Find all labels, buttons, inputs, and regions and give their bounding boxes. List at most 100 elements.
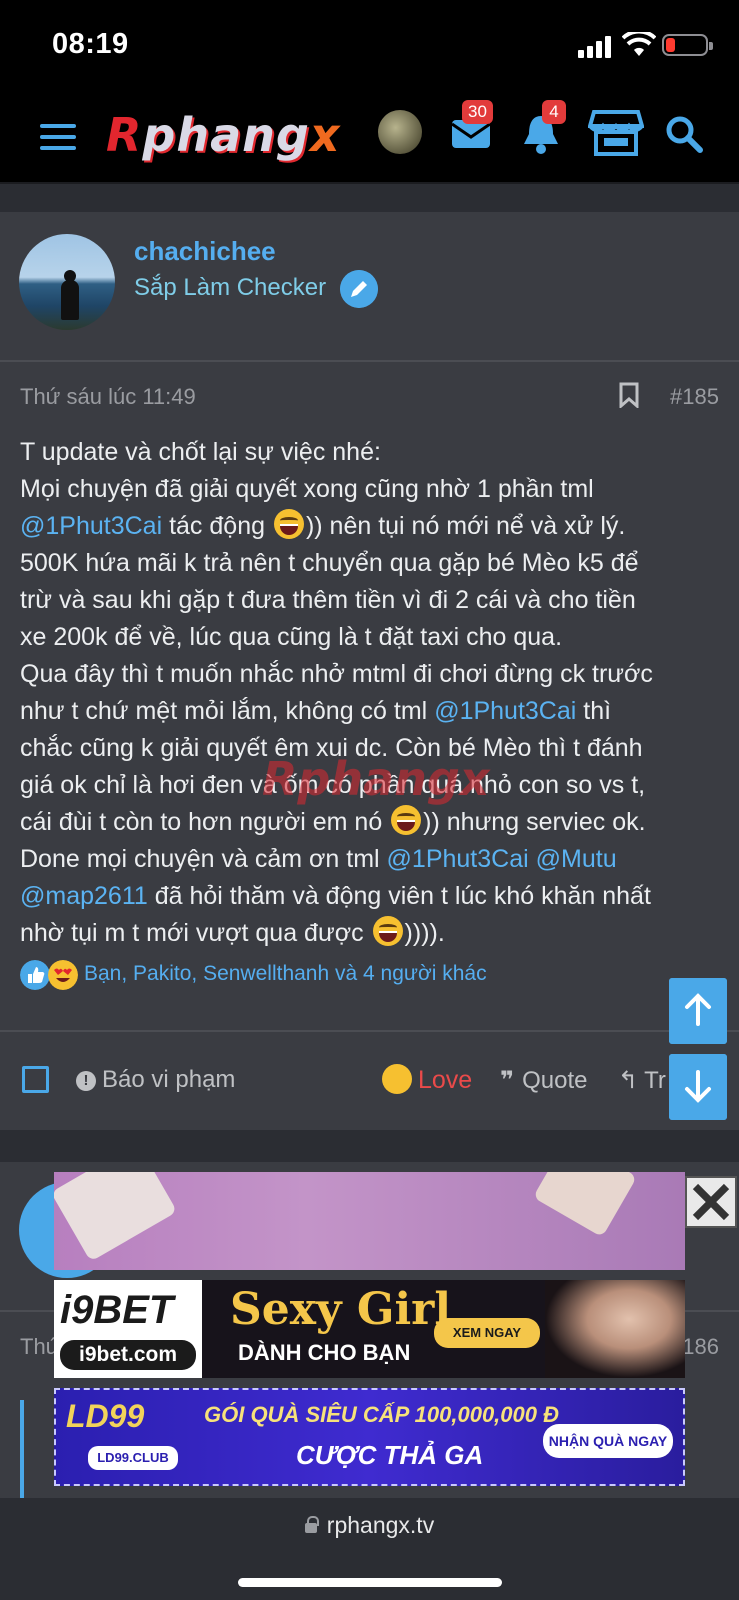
post-text: Qua đây thì t muốn nhắc nhở mtml đi chơi…: [20, 660, 653, 688]
laughing-emoji-icon: [391, 805, 422, 835]
ad-banner-2[interactable]: i9BET i9bet.com Sexy Girl DÀNH CHO BẠN X…: [54, 1280, 685, 1378]
laughing-emoji-icon: [372, 916, 403, 946]
author-username[interactable]: chachichee: [134, 236, 276, 267]
status-time: 08:19: [52, 28, 129, 60]
post-text: [529, 845, 536, 873]
close-ad-icon[interactable]: [685, 1176, 737, 1228]
author-title: Sắp Làm Checker: [134, 274, 327, 301]
post-text: 500K hứa mãi k trả nên t chuyển qua gặp …: [20, 549, 639, 577]
store-icon[interactable]: [588, 108, 644, 158]
post-line: Done mọi chuyện và cảm ơn tml @1Phut3Cai…: [20, 841, 720, 878]
post-text: như t chứ mệt mỏi lắm, không có tml: [20, 697, 435, 725]
user-avatar[interactable]: [378, 110, 422, 154]
menu-icon[interactable]: [40, 124, 78, 150]
user-mention-link[interactable]: @1Phut3Cai: [434, 697, 576, 725]
post-line: nhờ tụi m t mới vượt qua được )))).: [20, 915, 720, 952]
reply-button[interactable]: ↰ Tr: [618, 1066, 666, 1095]
status-bar: 08:19: [0, 0, 739, 92]
post-line: cái đùi t còn to hơn người em nó )) nhưn…: [20, 804, 720, 841]
post-line: giá ok chỉ là hơi đen và ốm có phần quá …: [20, 767, 720, 804]
quote-button[interactable]: ❞ Quote: [500, 1066, 587, 1095]
ad-subheadline: DÀNH CHO BẠN: [238, 1340, 411, 1365]
post-text: )) nên tụi nó mới nể và xử lý.: [305, 512, 626, 540]
user-mention-link[interactable]: @map2611: [20, 882, 148, 910]
quote-block-bar: [20, 1400, 24, 1500]
post-text: cái đùi t còn to hơn người em nó: [20, 808, 390, 836]
ad-cta-button[interactable]: NHẬN QUÀ NGAY: [543, 1424, 673, 1458]
scroll-down-button[interactable]: [669, 1054, 727, 1120]
post-text: Done mọi chuyện và cảm ơn tml: [20, 845, 387, 873]
post-line: như t chứ mệt mỏi lắm, không có tml @1Ph…: [20, 693, 720, 730]
ad-site: LD99.CLUB: [88, 1446, 178, 1470]
post-text: thì: [576, 697, 612, 725]
post-text: Mọi chuyện đã giải quyết xong cũng nhờ 1…: [20, 475, 594, 503]
site-logo[interactable]: Rphangx: [106, 108, 341, 162]
post-number[interactable]: #185: [670, 384, 719, 410]
post-timestamp[interactable]: Thứ sáu lúc 11:49: [20, 384, 196, 410]
post-text: giá ok chỉ là hơi đen và ốm có phần quá …: [20, 771, 646, 799]
post-line: @map2611 đã hỏi thăm và động viên t lúc …: [20, 878, 720, 915]
ad-subheadline: CƯỢC THẢ GA: [296, 1440, 484, 1470]
post-line: chắc cũng k giải quyết êm xui dc. Còn bé…: [20, 730, 720, 767]
ad-brand: i9BET: [60, 1288, 174, 1332]
heart-eyes-icon: [382, 1064, 412, 1094]
ad-image: [54, 1172, 178, 1262]
love-button[interactable]: Love: [382, 1064, 472, 1095]
ad-site: i9bet.com: [60, 1340, 196, 1370]
ad-brand: LD99: [66, 1398, 145, 1434]
post-line: Qua đây thì t muốn nhắc nhở mtml đi chơi…: [20, 656, 720, 693]
ad-model-image: [545, 1280, 685, 1378]
reply-label: Tr: [644, 1067, 666, 1094]
wifi-icon: [622, 32, 656, 56]
app-header: Rphangx 30 4: [0, 92, 739, 184]
post-text: nhờ tụi m t mới vượt qua được: [20, 919, 371, 947]
cellular-signal-icon: [578, 34, 618, 58]
ad-cta-button[interactable]: XEM NGAY: [434, 1318, 540, 1348]
post-body: T update và chốt lại sự việc nhé: Mọi chu…: [20, 434, 720, 952]
verified-badge-icon: [340, 270, 378, 308]
post-text: )))).: [404, 919, 445, 947]
ad-headline: GÓI QUÀ SIÊU CẤP 100,000,000 Đ: [204, 1402, 559, 1427]
select-post-checkbox[interactable]: [22, 1066, 49, 1093]
post-line: 500K hứa mãi k trả nên t chuyển qua gặp …: [20, 545, 720, 582]
scroll-up-button[interactable]: [669, 978, 727, 1044]
post-line: trừ và sau khi gặp t đưa thêm tiền vì đi…: [20, 582, 720, 619]
post-text: )) nhưng serviec ok.: [423, 808, 646, 836]
report-button[interactable]: ! Báo vi phạm: [76, 1066, 235, 1094]
ad-banner-3[interactable]: LD99 LD99.CLUB GÓI QUÀ SIÊU CẤP 100,000,…: [54, 1388, 685, 1486]
laughing-emoji-icon: [273, 509, 304, 539]
user-mention-link[interactable]: @Mutu: [536, 845, 617, 873]
reactions-text[interactable]: Bạn, Pakito, Senwellthanh và 4 người khá…: [84, 962, 487, 986]
url-text: rphangx.tv: [326, 1512, 435, 1538]
post-actions: ! Báo vi phạm Love ❞ Quote ↰ Tr: [0, 1030, 739, 1130]
browser-url-bar[interactable]: rphangx.tv: [0, 1498, 739, 1600]
ad-brand-box: i9BET i9bet.com: [54, 1280, 202, 1378]
next-post-number[interactable]: 186: [682, 1334, 719, 1360]
post-text: đã hỏi thăm và động viên t lúc khó khăn …: [147, 882, 651, 910]
messages-badge: 30: [462, 100, 493, 124]
user-mention-link[interactable]: @1Phut3Cai: [20, 512, 162, 540]
love-reaction-icon: [48, 960, 78, 990]
ad-image: [532, 1172, 638, 1238]
search-icon[interactable]: [664, 114, 704, 154]
post-text: tác động: [162, 512, 272, 540]
bookmark-icon[interactable]: [618, 382, 640, 408]
love-label: Love: [418, 1066, 473, 1094]
home-indicator[interactable]: [238, 1578, 502, 1587]
post-text: xe 200k để về, lúc qua cũng là t đặt tax…: [20, 623, 563, 651]
lock-icon: [304, 1516, 319, 1533]
quote-label: Quote: [522, 1067, 588, 1094]
post-text: T update và chốt lại sự việc nhé:: [20, 438, 381, 466]
ad-headline: Sexy Girl: [230, 1284, 452, 1335]
like-reaction-icon: [20, 960, 50, 990]
post-text: trừ và sau khi gặp t đưa thêm tiền vì đi…: [20, 586, 636, 614]
report-label: Báo vi phạm: [102, 1066, 236, 1093]
author-avatar[interactable]: [19, 234, 115, 330]
battery-icon: [662, 34, 713, 56]
ad-banner-1[interactable]: [54, 1172, 685, 1270]
post-meta: Thứ sáu lúc 11:49 #185: [0, 362, 739, 424]
quote-icon: ❞: [500, 1067, 515, 1094]
post-text: chắc cũng k giải quyết êm xui dc. Còn bé…: [20, 734, 643, 762]
alerts-badge: 4: [542, 100, 566, 124]
user-mention-link[interactable]: @1Phut3Cai: [387, 845, 529, 873]
